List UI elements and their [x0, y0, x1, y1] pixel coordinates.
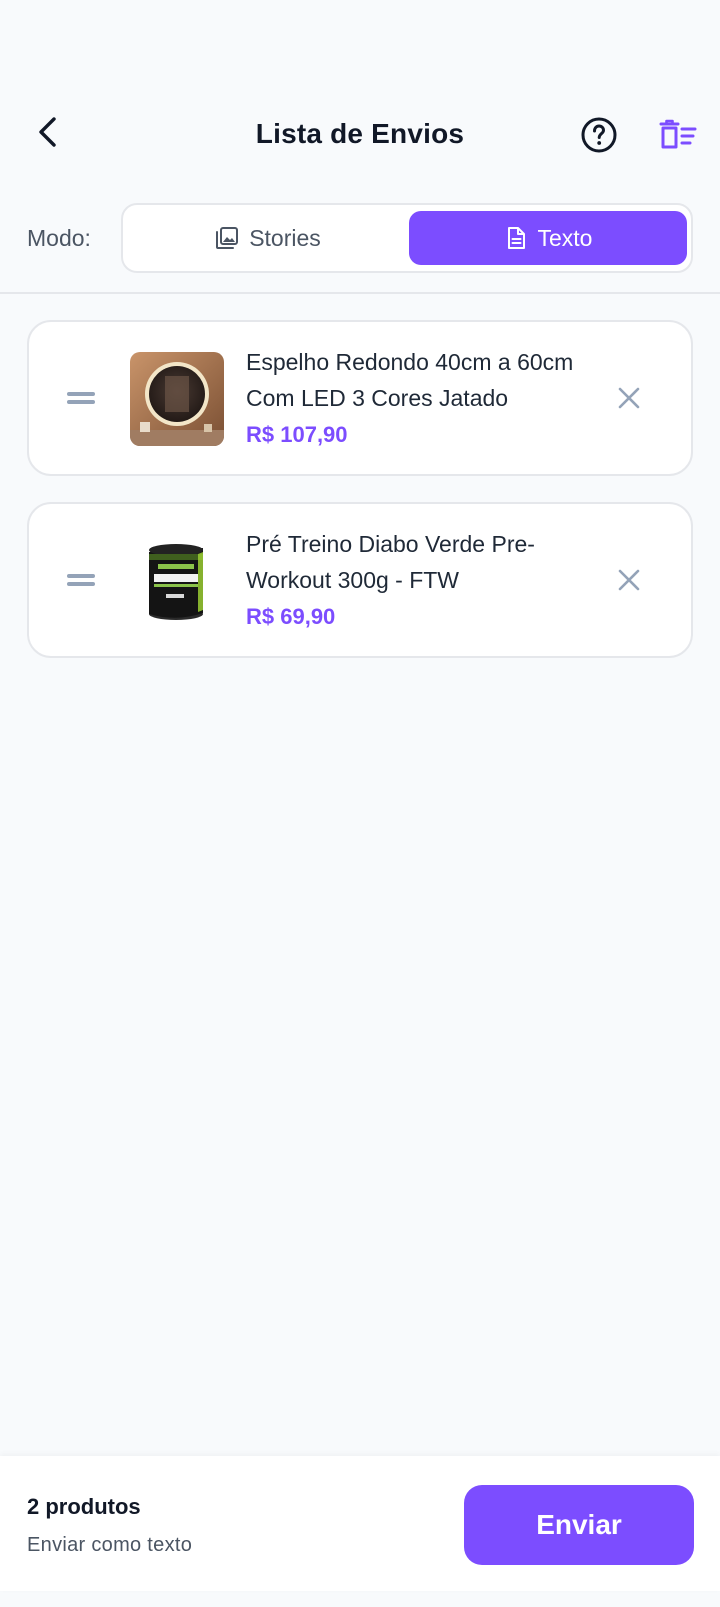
mode-option-label: Stories [249, 224, 321, 251]
drag-handle-icon[interactable] [67, 386, 97, 410]
mode-selector: Modo: Stories Texto [0, 203, 720, 273]
send-list-screen: Lista de Envios Modo: Stories Texto Espe… [0, 0, 720, 1607]
remove-product-button[interactable] [613, 564, 645, 596]
product-image [130, 352, 224, 446]
remove-product-button[interactable] [613, 382, 645, 414]
divider [0, 292, 720, 294]
help-circle-icon [581, 117, 617, 153]
product-card: Pré Treino Diabo Verde Pre-Workout 300g … [27, 502, 693, 658]
drag-handle-icon[interactable] [67, 568, 97, 592]
mode-label: Modo: [27, 225, 91, 251]
image-stack-icon [215, 226, 239, 250]
mode-option-label: Texto [537, 224, 593, 251]
close-icon [618, 569, 640, 591]
product-name: Pré Treino Diabo Verde Pre-Workout 300g … [246, 531, 535, 593]
bottom-bar: 2 produtos Enviar como texto Enviar [0, 1456, 720, 1591]
send-mode-label: Enviar como texto [27, 1534, 193, 1556]
header: Lista de Envios [0, 100, 720, 170]
close-icon [618, 387, 640, 409]
help-button[interactable] [578, 114, 620, 156]
product-card: Espelho Redondo 40cm a 60cm Com LED 3 Co… [27, 320, 693, 476]
clear-list-button[interactable] [656, 114, 700, 156]
product-image [130, 534, 224, 628]
product-name: Espelho Redondo 40cm a 60cm Com LED 3 Co… [246, 349, 574, 411]
mode-option-stories[interactable]: Stories [129, 211, 407, 265]
send-button[interactable]: Enviar [464, 1485, 694, 1565]
mode-toggle: Stories Texto [121, 203, 693, 273]
product-price: R$ 69,90 [246, 604, 336, 629]
product-count: 2 produtos [27, 1494, 141, 1519]
document-icon [504, 226, 528, 250]
product-price: R$ 107,90 [246, 422, 348, 447]
mode-option-texto[interactable]: Texto [409, 211, 687, 265]
clear-list-icon [659, 119, 697, 149]
